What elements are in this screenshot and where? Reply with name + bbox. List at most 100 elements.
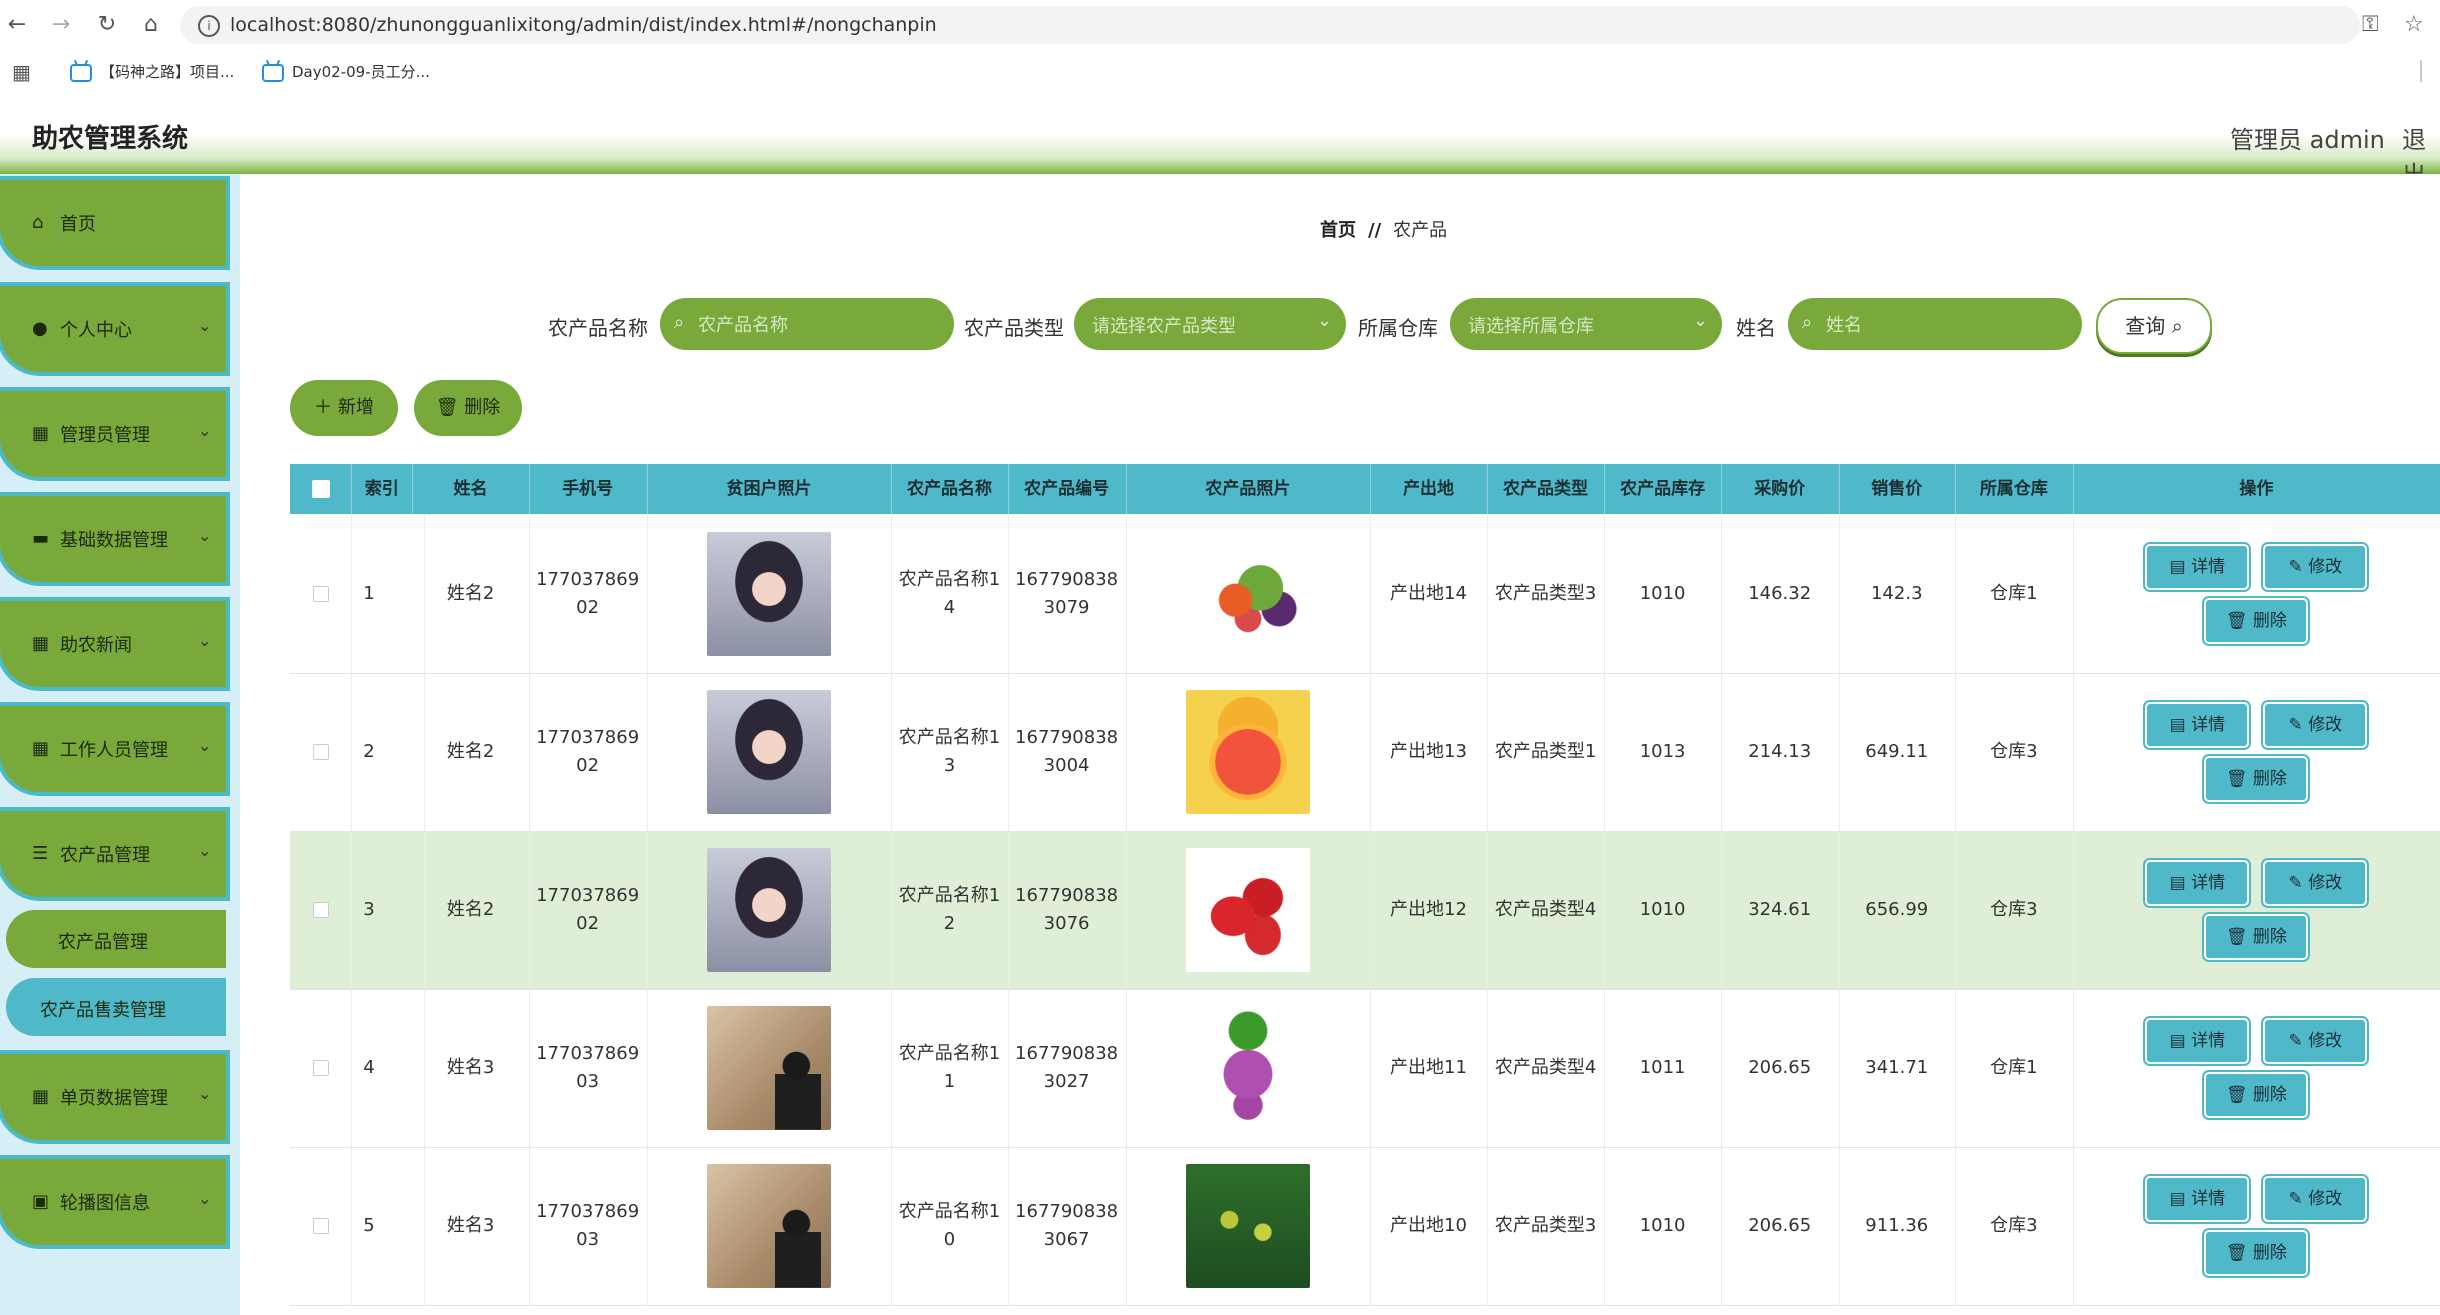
detail-button[interactable]: ▤ 详情	[2147, 862, 2248, 904]
sidebar-item-home[interactable]: ⌂ 首页	[0, 180, 226, 266]
edit-button[interactable]: ✎ 修改	[2265, 704, 2366, 746]
product-photo[interactable]	[1185, 1164, 1310, 1288]
product-photo[interactable]	[1185, 848, 1310, 972]
edit-button[interactable]: ✎ 修改	[2265, 862, 2366, 904]
row-checkbox[interactable]	[312, 1218, 329, 1234]
cell-buy-price: 206.65	[1721, 989, 1840, 1147]
table-row[interactable]: 4 姓名3 17703786903 农产品名称11 1677908383027 产出地11…	[290, 989, 2440, 1148]
chevron-down-icon: ⌄	[198, 316, 212, 335]
cell-sell-price-text: 911.36	[1865, 1215, 1929, 1236]
product-photo[interactable]	[1185, 532, 1310, 656]
detail-button[interactable]: ▤ 详情	[2147, 1020, 2248, 1062]
query-button[interactable]: 查询 ⌕	[2096, 298, 2212, 354]
row-checkbox[interactable]	[312, 1060, 329, 1076]
table-row[interactable]: 2 姓名2 17703786902 农产品名称13 1677908383004 产出地13…	[290, 673, 2440, 832]
row-delete-button[interactable]: 🗑 删除	[2206, 600, 2307, 642]
product-type-select[interactable]: 请选择农产品类型 ⌄	[1074, 298, 1346, 350]
sidebar-item-staff[interactable]: ▦ 工作人员管理 ⌄	[0, 706, 226, 792]
col-warehouse: 所属仓库	[1955, 464, 2074, 514]
person-name-field[interactable]: ⌕	[1788, 298, 2082, 350]
bookmark-label: 【码神之路】项目...	[100, 63, 235, 81]
warehouse-select[interactable]: 请选择所属仓库 ⌄	[1450, 298, 1722, 350]
table-row[interactable]: 1 姓名2 17703786902 农产品名称14 1677908383079 产出地14…	[290, 515, 2440, 674]
col-type: 农产品类型	[1487, 464, 1606, 514]
row-delete-button[interactable]: 🗑 删除	[2206, 916, 2307, 958]
sidebar-item-basic-data[interactable]: ▬ 基础数据管理 ⌄	[0, 496, 226, 582]
product-name-input[interactable]	[696, 308, 900, 342]
person-photo[interactable]	[706, 532, 831, 656]
col-product-photo: 农产品照片	[1126, 464, 1372, 514]
edit-button[interactable]: ✎ 修改	[2265, 1178, 2366, 1220]
cell-origin-text: 产出地13	[1390, 741, 1467, 762]
sidebar-item-carousel[interactable]: ▣ 轮播图信息 ⌄	[0, 1159, 226, 1245]
cell-product-name-text: 农产品名称13	[898, 727, 1001, 776]
cell-sell-price-text: 649.11	[1865, 741, 1929, 762]
row-checkbox[interactable]	[312, 902, 329, 918]
row-delete-button[interactable]: 🗑 删除	[2206, 1232, 2307, 1274]
row-delete-button[interactable]: 🗑 删除	[2206, 1074, 2307, 1116]
select-all-checkbox[interactable]	[311, 480, 330, 498]
cell-index-text: 3	[363, 899, 375, 920]
address-bar[interactable]: i localhost:8080/zhunongguanlixitong/adm…	[180, 6, 2360, 44]
cell-product-code: 1677908383067	[1008, 1147, 1127, 1305]
detail-button[interactable]: ▤ 详情	[2147, 546, 2248, 588]
detail-icon: ▤	[2169, 1031, 2192, 1051]
person-photo[interactable]	[706, 848, 831, 972]
apps-icon[interactable]: ▦	[12, 60, 31, 84]
action-label: 删除	[2252, 1243, 2287, 1263]
cell-product-code: 1677908383027	[1008, 989, 1127, 1147]
sidebar-item-single-page[interactable]: ▦ 单页数据管理 ⌄	[0, 1054, 226, 1140]
bilibili-icon	[262, 63, 284, 82]
delete-button[interactable]: 🗑 删除	[414, 380, 522, 436]
bookmark-2[interactable]: Day02-09-员工分...	[262, 61, 430, 82]
detail-button[interactable]: ▤ 详情	[2147, 1178, 2248, 1220]
forward-icon[interactable]: →	[44, 8, 78, 42]
back-icon[interactable]: ←	[0, 8, 34, 42]
product-photo[interactable]	[1185, 690, 1310, 814]
row-checkbox[interactable]	[312, 586, 329, 602]
select-all-cell[interactable]	[290, 464, 353, 514]
sidebar-item-admin[interactable]: ▦ 管理员管理 ⌄	[0, 391, 226, 477]
product-photo[interactable]	[1185, 1006, 1310, 1130]
cell-person-photo	[647, 831, 893, 989]
add-button[interactable]: ＋ 新增	[290, 380, 398, 436]
table-row[interactable]: 5 姓名3 17703786903 农产品名称10 1677908383067 产出地10…	[290, 1147, 2440, 1306]
row-delete-button[interactable]: 🗑 删除	[2206, 758, 2307, 800]
person-photo[interactable]	[706, 1006, 831, 1130]
table-row[interactable]: 3 姓名2 17703786902 农产品名称12 1677908383076 产出地12…	[290, 831, 2440, 990]
product-name-field[interactable]: ⌕	[660, 298, 954, 350]
user-icon: ●	[32, 318, 48, 339]
sidebar-item-news[interactable]: ▦ 助农新闻 ⌄	[0, 601, 226, 687]
breadcrumb-home[interactable]: 首页	[1320, 220, 1356, 241]
cell-index-text: 5	[363, 1215, 375, 1236]
col-person-photo: 贫困户照片	[647, 464, 893, 514]
edit-button[interactable]: ✎ 修改	[2265, 1020, 2366, 1062]
info-icon[interactable]: i	[198, 15, 220, 37]
product-name-label: 农产品名称	[548, 316, 648, 340]
detail-button[interactable]: ▤ 详情	[2147, 704, 2248, 746]
star-icon[interactable]: ☆	[2404, 12, 2424, 37]
reload-icon[interactable]: ↻	[90, 8, 124, 42]
bookmark-1[interactable]: 【码神之路】项目...	[70, 61, 234, 82]
person-photo[interactable]	[706, 1164, 831, 1288]
home-icon[interactable]: ⌂	[134, 8, 168, 42]
bookmarks-bar: ▦ 【码神之路】项目... Day02-09-员工分...	[0, 50, 2440, 95]
url-text[interactable]: localhost:8080/zhunongguanlixitong/admin…	[230, 14, 937, 36]
cell-type: 农产品类型3	[1487, 1147, 1606, 1305]
cell-phone: 17703786903	[529, 1147, 648, 1305]
sidebar-item-personal-center[interactable]: ● 个人中心 ⌄	[0, 286, 226, 372]
chevron-down-icon: ⌄	[198, 1084, 212, 1103]
key-icon[interactable]: ⚿	[2362, 12, 2379, 37]
cell-product-code-text: 1677908383027	[1015, 1043, 1119, 1092]
product-type-label: 农产品类型	[964, 316, 1064, 340]
sidebar-item-label: 基础数据管理	[60, 530, 168, 551]
edit-button[interactable]: ✎ 修改	[2265, 546, 2366, 588]
sidebar-item-products[interactable]: ☰ 农产品管理 ⌄	[0, 811, 226, 897]
sidebar-subitem-product-sales[interactable]: 农产品售卖管理	[6, 978, 226, 1036]
edit-icon: ✎	[2288, 557, 2309, 577]
cell-person-photo	[647, 1147, 893, 1305]
row-checkbox[interactable]	[312, 744, 329, 760]
sidebar-subitem-product-management[interactable]: 农产品管理	[6, 910, 226, 968]
person-name-input[interactable]	[1824, 308, 2028, 342]
person-photo[interactable]	[706, 690, 831, 814]
